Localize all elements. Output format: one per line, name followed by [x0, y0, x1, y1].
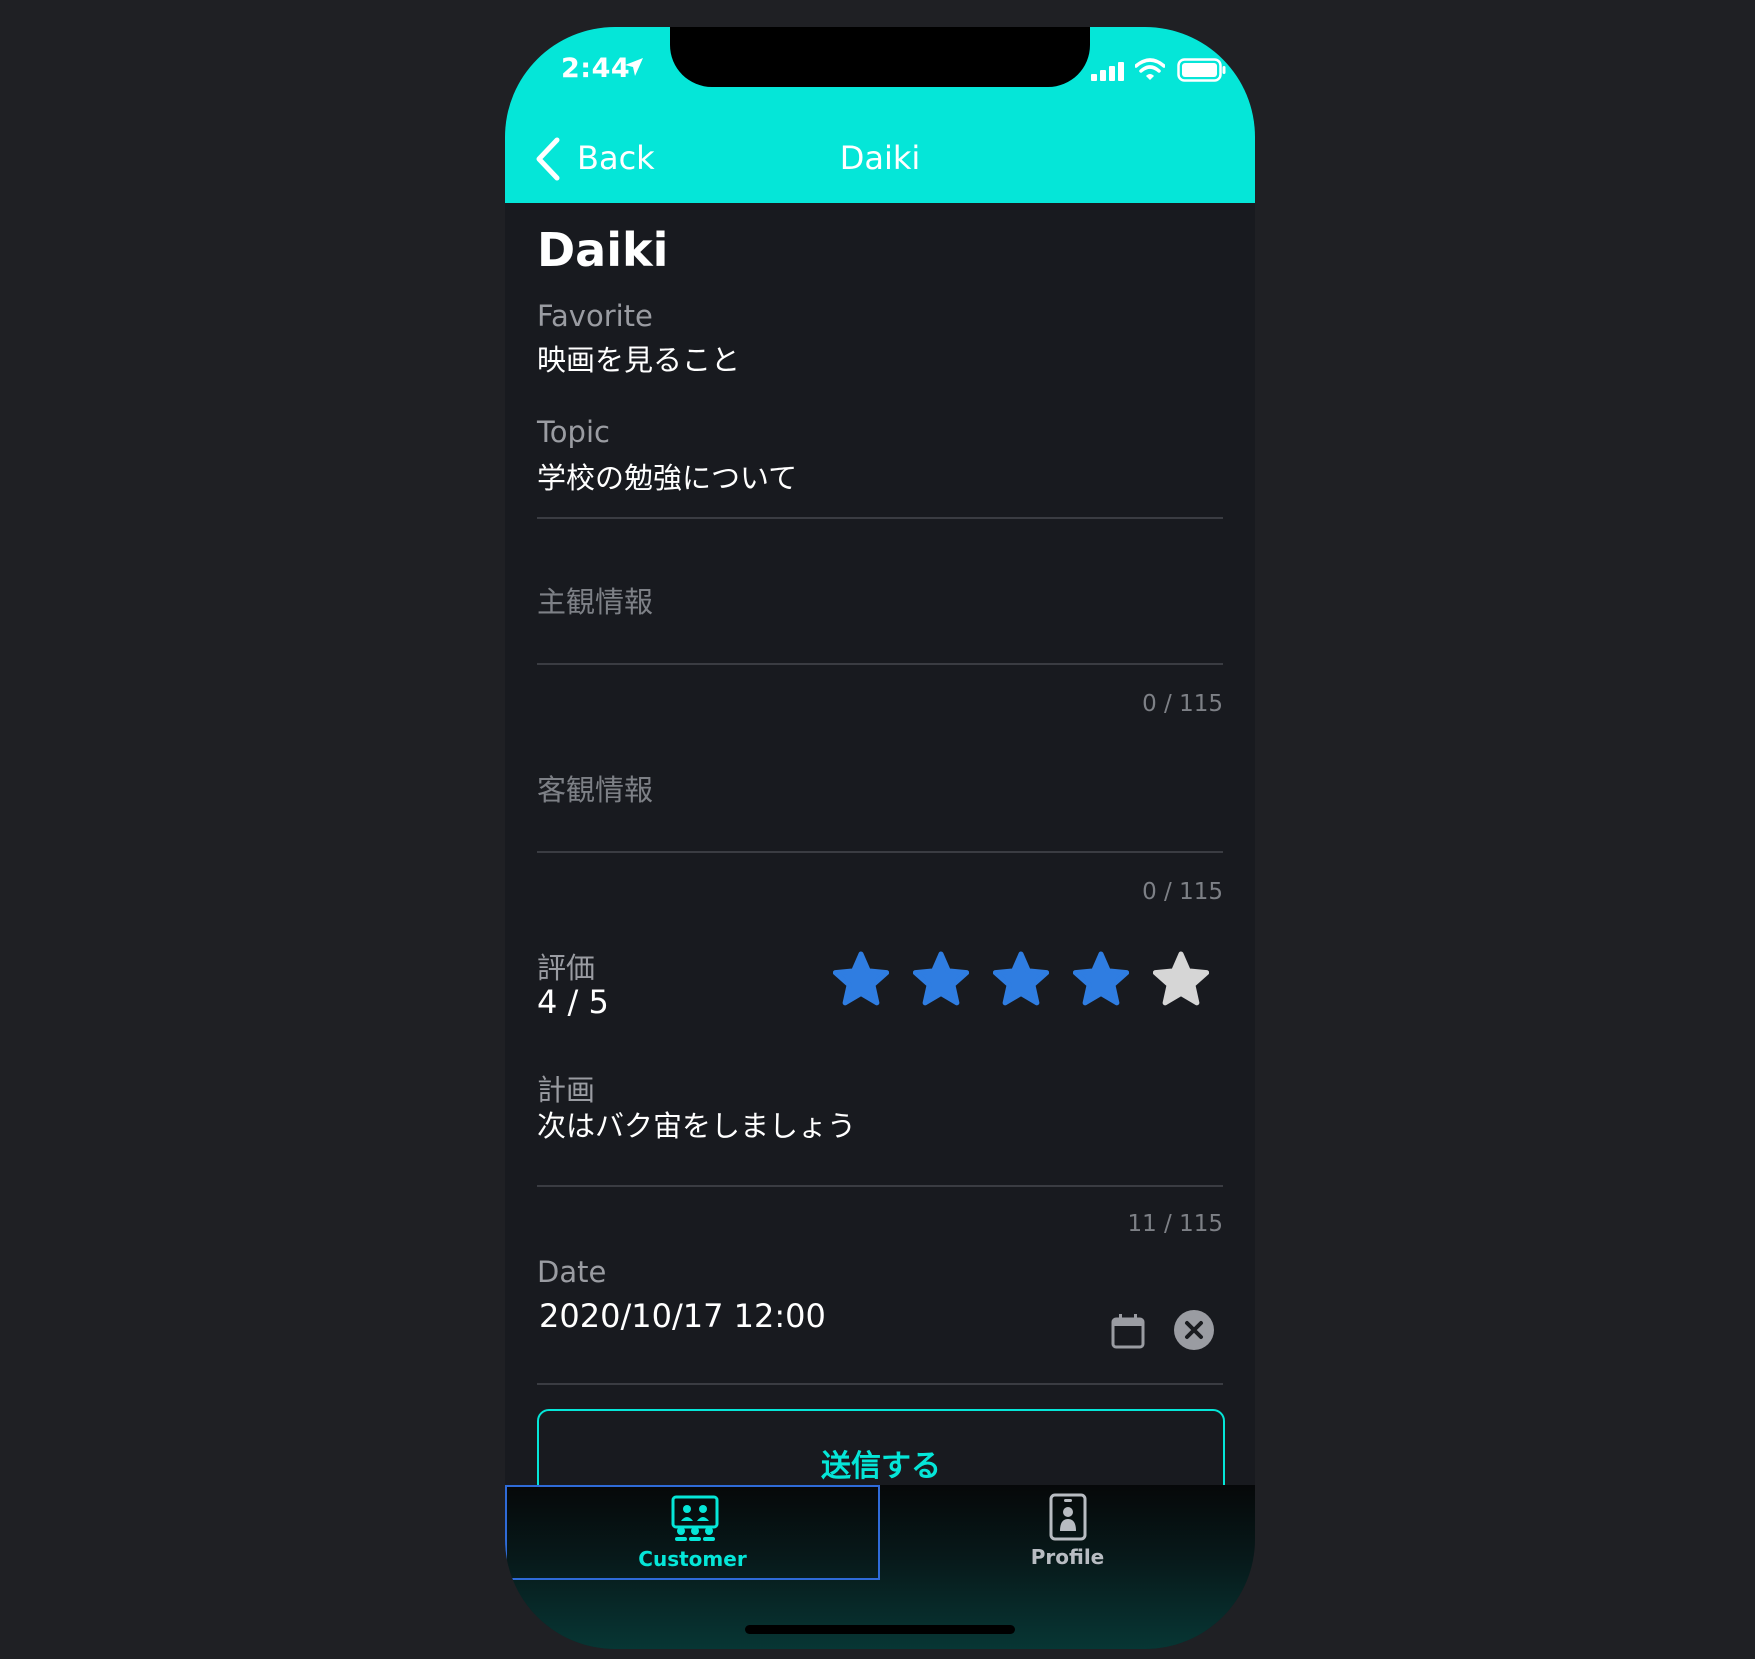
nav-title: Daiki	[839, 139, 921, 177]
home-indicator	[745, 1625, 1015, 1634]
topic-value: 学校の勉強について	[537, 461, 798, 495]
favorite-label: Favorite	[537, 299, 653, 333]
date-label: Date	[537, 1255, 607, 1289]
rating-star-1-filled[interactable]	[833, 951, 889, 1007]
tab-customer[interactable]: Customer	[505, 1485, 880, 1580]
objective-info-input[interactable]: 客観情報	[537, 767, 1223, 847]
bottom-tab-bar: Customer Profile	[505, 1485, 1255, 1649]
date-underline	[537, 1383, 1223, 1385]
rating-star-4-filled[interactable]	[1073, 951, 1129, 1007]
objective-underline	[537, 851, 1223, 853]
profile-badge-icon	[1049, 1493, 1087, 1541]
submit-label: 送信する	[821, 1449, 941, 1484]
status-time: 2:44	[561, 53, 631, 84]
device-notch	[670, 27, 1090, 87]
wifi-icon	[1135, 58, 1165, 80]
plan-char-counter: 11 / 115	[1127, 1211, 1223, 1237]
subjective-info-input[interactable]: 主観情報	[537, 579, 1223, 659]
plan-input[interactable]: 次はバク宙をしましょう	[537, 1103, 1223, 1163]
subjective-underline	[537, 663, 1223, 665]
calendar-icon[interactable]	[1111, 1313, 1145, 1349]
rating-star-2-filled[interactable]	[913, 951, 969, 1007]
tab-profile[interactable]: Profile	[880, 1485, 1255, 1580]
rating-value: 4 / 5	[537, 983, 609, 1021]
customer-group-icon	[671, 1495, 719, 1541]
tab-profile-label: Profile	[1030, 1545, 1105, 1569]
cellular-signal-icon	[1091, 62, 1124, 81]
rating-label: 評価	[537, 951, 596, 985]
clear-date-icon[interactable]	[1173, 1309, 1215, 1351]
customer-name: Daiki	[537, 223, 669, 277]
rating-star-5-empty[interactable]	[1153, 951, 1209, 1007]
objective-char-counter: 0 / 115	[1142, 879, 1223, 905]
date-value[interactable]: 2020/10/17 12:00	[539, 1297, 826, 1335]
plan-underline	[537, 1185, 1223, 1187]
rating-star-3-filled[interactable]	[993, 951, 1049, 1007]
tab-customer-label: Customer	[638, 1547, 747, 1571]
rating-stars	[833, 951, 1217, 1007]
topic-label: Topic	[537, 415, 610, 449]
nav-header: 2:44 Back Daiki	[505, 27, 1255, 203]
location-arrow-icon	[625, 58, 643, 76]
favorite-value: 映画を見ること	[537, 343, 741, 377]
topic-divider	[537, 517, 1223, 519]
subjective-char-counter: 0 / 115	[1142, 691, 1223, 717]
phone-screen: 2:44 Back Daiki Daiki Favorite 映画を見ること T…	[505, 27, 1255, 1649]
battery-icon	[1177, 58, 1226, 82]
